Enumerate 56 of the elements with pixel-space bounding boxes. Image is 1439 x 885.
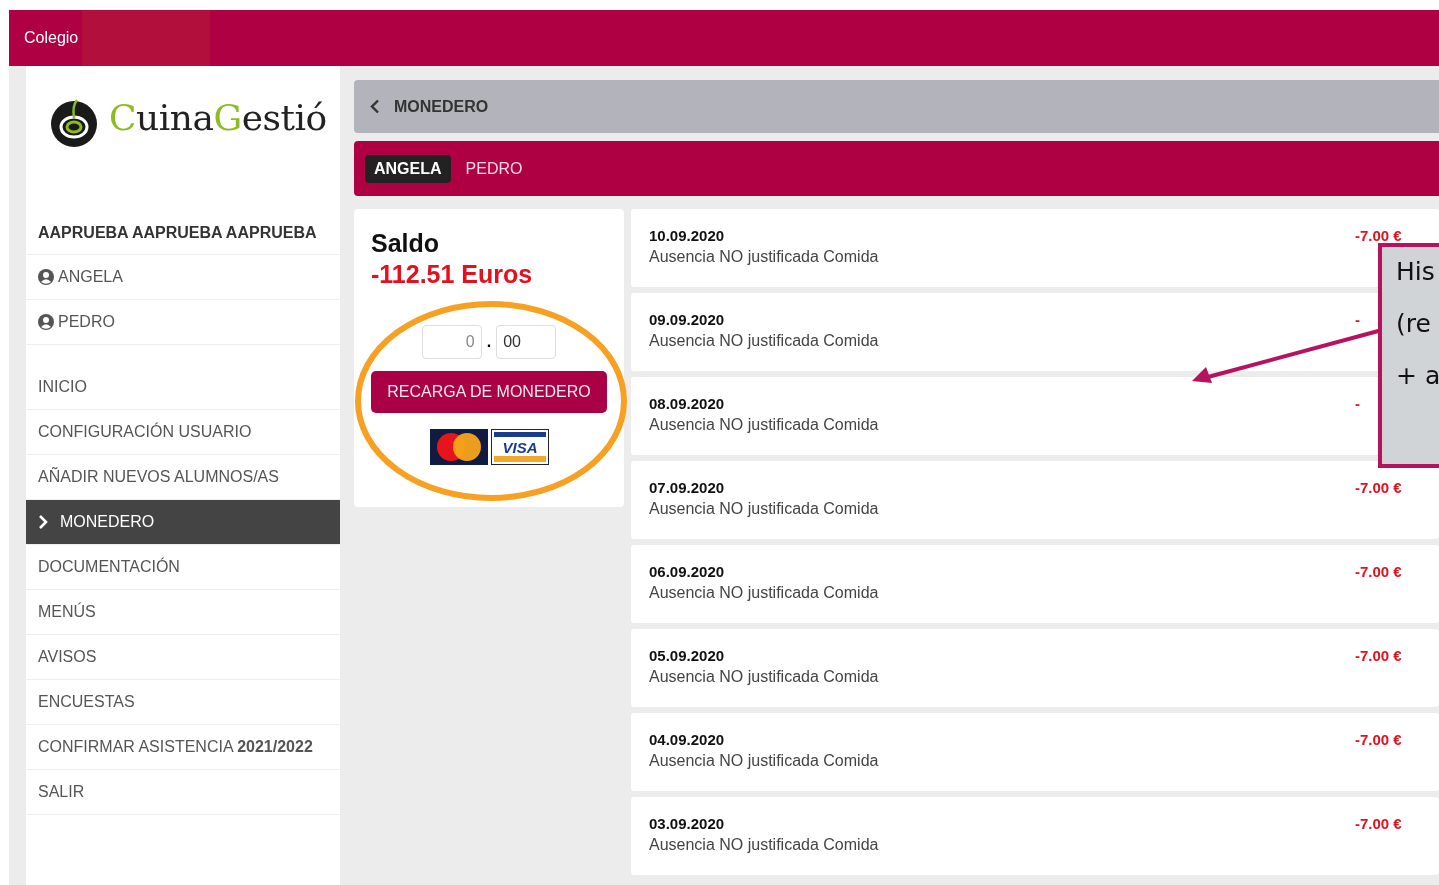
back-icon[interactable] — [370, 99, 380, 114]
school-label: Colegio — [23, 29, 80, 47]
transaction-description: Ausencia NO justificada Comida — [649, 836, 879, 854]
page-title: MONEDERO — [394, 97, 489, 116]
transaction-date: 05.09.2020 — [649, 647, 725, 664]
transaction-description: Ausencia NO justificada Comida — [649, 752, 879, 770]
transaction-date: 04.09.2020 — [649, 731, 725, 748]
transaction-amount: - — [1355, 395, 1360, 413]
student-item[interactable]: PEDRO — [26, 300, 340, 345]
transaction-description: Ausencia NO justificada Comida — [649, 416, 879, 434]
transaction-description: Ausencia NO justificada Comida — [649, 500, 879, 518]
transaction-date: 09.09.2020 — [649, 311, 725, 328]
logo-wordmark: CuinaGestió — [109, 96, 327, 136]
transaction-description: Ausencia NO justificada Comida — [649, 248, 879, 266]
student-tab[interactable]: ANGELA — [365, 154, 451, 183]
transaction-date: 06.09.2020 — [649, 563, 725, 580]
student-tab[interactable]: PEDRO — [456, 154, 532, 183]
nav-item[interactable]: DOCUMENTACIÓN — [26, 545, 340, 590]
transaction-date: 08.09.2020 — [649, 395, 725, 412]
transaction-description: Ausencia NO justificada Comida — [649, 584, 879, 602]
balance-title: Saldo — [371, 229, 440, 258]
transaction-date: 07.09.2020 — [649, 479, 725, 496]
transaction-amount: - — [1355, 311, 1360, 329]
nav-item[interactable]: CONFIGURACIÓN USUARIO — [26, 410, 340, 455]
transaction-amount: -7.00 € — [1355, 479, 1402, 497]
nav-item[interactable]: CONFIRMAR ASISTENCIA 2021/2022 — [26, 725, 340, 770]
transaction-amount: -7.00 € — [1355, 227, 1402, 245]
visa-card-icon: VISA — [490, 429, 549, 465]
user-icon — [38, 314, 54, 330]
transaction-date: 10.09.2020 — [649, 227, 725, 244]
transaction-amount: -7.00 € — [1355, 647, 1402, 665]
callout-text: (re — [1396, 309, 1431, 339]
nav-item[interactable]: ENCUESTAS — [26, 680, 340, 725]
nav-item[interactable]: MONEDERO — [26, 500, 340, 545]
cents-field[interactable]: 00 — [496, 325, 557, 359]
nav-item[interactable]: INICIO — [26, 365, 340, 410]
top-up-button[interactable]: RECARGA DE MONEDERO — [371, 371, 607, 413]
transaction-amount: -7.00 € — [1355, 815, 1402, 833]
transaction-amount: -7.00 € — [1355, 731, 1402, 749]
nav-item[interactable]: AVISOS — [26, 635, 340, 680]
callout-text: His — [1396, 257, 1435, 287]
transaction-description: Ausencia NO justificada Comida — [649, 332, 879, 350]
transaction-description: Ausencia NO justificada Comida — [649, 668, 879, 686]
transaction-amount: -7.00 € — [1355, 563, 1402, 581]
balance-amount: -112.51 Euros — [371, 260, 533, 289]
card-brand-icon — [429, 429, 488, 465]
units-field[interactable]: 0 — [421, 325, 482, 359]
nav-item[interactable]: SALIR — [26, 770, 340, 815]
account-name: AAPRUEBA AAPRUEBA AAPRUEBA — [38, 224, 317, 242]
student-item[interactable]: ANGELA — [26, 255, 340, 300]
callout-text: + a — [1396, 361, 1439, 391]
transaction-date: 03.09.2020 — [649, 815, 725, 832]
nav-item[interactable]: MENÚS — [26, 590, 340, 635]
user-icon — [38, 269, 54, 285]
chevron-icon — [38, 515, 48, 529]
decimal-separator: . — [486, 333, 492, 351]
